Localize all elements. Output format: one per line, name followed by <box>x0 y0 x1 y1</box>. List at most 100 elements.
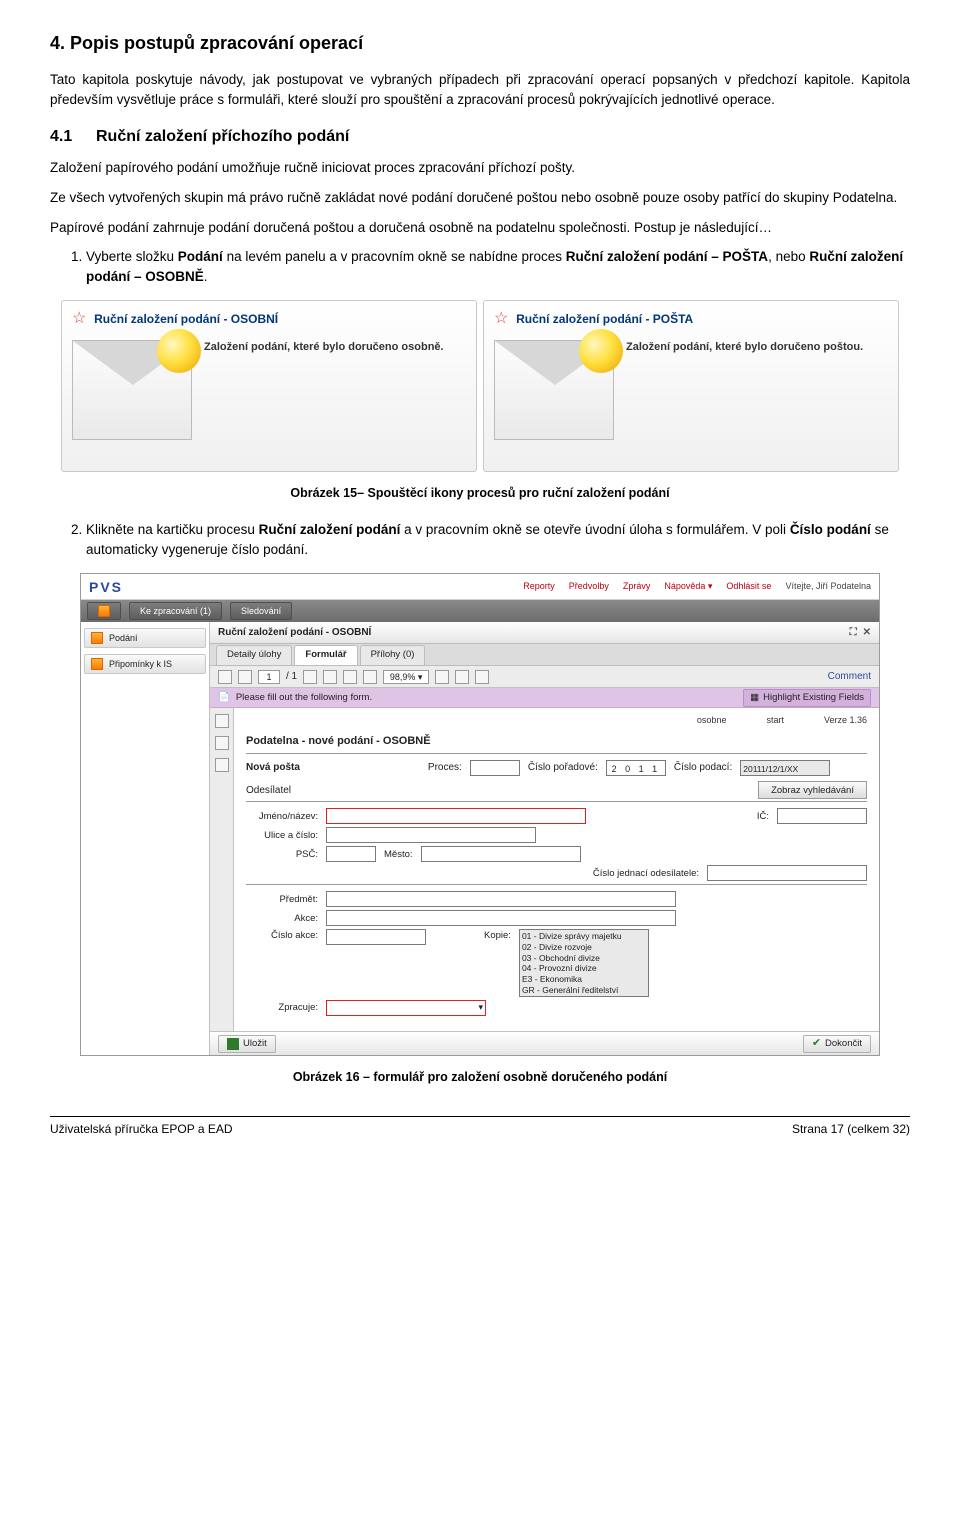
tab-prilohy[interactable]: Přílohy (0) <box>360 645 426 665</box>
dokoncit-button[interactable]: Dokončit <box>803 1035 871 1053</box>
input-akce[interactable] <box>326 910 676 926</box>
input-jmeno[interactable] <box>326 808 586 824</box>
label-psc: PSČ: <box>246 848 318 862</box>
subsection-heading: 4.1Ruční založení příchozího podání <box>50 125 910 148</box>
body-paragraph: Ze všech vytvořených skupin má právo ruč… <box>50 188 910 208</box>
attach-icon[interactable] <box>215 736 229 750</box>
label-akce: Akce: <box>246 912 318 926</box>
app-topbar: PVS Reporty Předvolby Zprávy Nápověda ▾ … <box>81 574 879 600</box>
label-jmeno: Jméno/název: <box>246 810 318 824</box>
pdf-document: osobne start Verze 1.36 Podatelna - nové… <box>210 708 879 1031</box>
plus-icon <box>98 605 110 617</box>
label-cislo-podaci: Číslo podací: <box>674 761 732 776</box>
tool-icon[interactable] <box>475 670 489 684</box>
page-total: / 1 <box>286 670 297 685</box>
window-title: Ruční založení podání - OSOBNÍ <box>218 626 371 641</box>
form-icon: 📄 <box>218 691 230 705</box>
label-cislo-jednaci: Číslo jednací odesílatele: <box>593 867 699 881</box>
star-icon: ☆ <box>494 310 508 327</box>
save-icon[interactable] <box>238 670 252 684</box>
envelope-icon <box>72 340 192 440</box>
input-proces[interactable] <box>470 760 520 776</box>
subsection-title: Ruční založení příchozího podání <box>96 128 349 145</box>
step-item: Klikněte na kartičku procesu Ruční založ… <box>86 520 910 559</box>
zobraz-vyhledavani-button[interactable]: Zobraz vyhledávání <box>758 781 867 799</box>
input-ulice[interactable] <box>326 827 536 843</box>
top-nav: Reporty Předvolby Zprávy Nápověda ▾ Odhl… <box>523 580 771 593</box>
tab-detaily[interactable]: Detaily úlohy <box>216 645 292 665</box>
label-zpracuje: Zpracuje: <box>246 1001 318 1015</box>
intro-paragraph: Tato kapitola poskytuje návody, jak post… <box>50 70 910 109</box>
workspace-tab[interactable]: Ke zpracování (1) <box>129 602 222 620</box>
input-ic[interactable] <box>777 808 867 824</box>
sign-icon[interactable] <box>215 758 229 772</box>
label-kopie: Kopie: <box>484 929 511 943</box>
star-icon: ☆ <box>72 310 86 327</box>
tab-formular[interactable]: Formulář <box>294 645 357 665</box>
card-description: Založení podání, které bylo doručeno oso… <box>204 340 466 440</box>
workspace-tabstrip: Ke zpracování (1) Sledování <box>81 600 879 622</box>
inner-tabs: Detaily úlohy Formulář Přílohy (0) <box>210 644 879 666</box>
body-paragraph: Založení papírového podání umožňuje ručn… <box>50 158 910 178</box>
process-cards: ☆ Ruční založení podání - OSOBNÍ Založen… <box>50 300 910 472</box>
meta-line: osobne start Verze 1.36 <box>246 714 867 727</box>
label-ulice: Ulice a číslo: <box>246 829 318 843</box>
sidebar-item-podani[interactable]: Podání <box>84 628 206 648</box>
steps-list: Vyberte složku Podání na levém panelu a … <box>86 247 910 286</box>
nav-link[interactable]: Zprávy <box>623 580 651 593</box>
form-bottombar: Uložit Dokončit <box>210 1031 879 1055</box>
content-pane: Ruční založení podání - OSOBNÍ ⛶ ✕ Detail… <box>209 622 879 1055</box>
zoom-in-icon[interactable] <box>363 670 377 684</box>
input-cislo-akce[interactable] <box>326 929 426 945</box>
form-screenshot: PVS Reporty Předvolby Zprávy Nápověda ▾ … <box>80 573 880 1056</box>
page-icon[interactable] <box>215 714 229 728</box>
input-predmet[interactable] <box>326 891 676 907</box>
input-psc[interactable] <box>326 846 376 862</box>
step-item: Vyberte složku Podání na levém panelu a … <box>86 247 910 286</box>
zoom-select[interactable]: 98,9% ▾ <box>383 670 429 684</box>
nav-link[interactable]: Nápověda ▾ <box>664 580 712 593</box>
card-description: Založení podání, které bylo doručeno poš… <box>626 340 888 440</box>
process-card-osobni[interactable]: ☆ Ruční založení podání - OSOBNÍ Založen… <box>61 300 477 472</box>
close-icon[interactable]: ✕ <box>863 626 871 641</box>
form-info-text: Please fill out the following form. <box>236 691 372 705</box>
input-zpracuje[interactable]: ▾ <box>326 1000 486 1016</box>
ulozit-button[interactable]: Uložit <box>218 1035 276 1053</box>
sidebar-item-pripominky[interactable]: Připomínky k IS <box>84 654 206 674</box>
tool-icon[interactable] <box>455 670 469 684</box>
user-greeting: Vítejte, Jiří Podatelna <box>785 580 871 593</box>
subsection-number: 4.1 <box>50 125 96 148</box>
footer-rule <box>50 1116 910 1117</box>
print-icon[interactable] <box>218 670 232 684</box>
page-footer: Uživatelská příručka EPOP a EAD Strana 1… <box>50 1121 910 1138</box>
label-nova-posta: Nová pošta <box>246 761 300 776</box>
maximize-icon[interactable]: ⛶ <box>850 626 857 641</box>
next-page-icon[interactable] <box>323 670 337 684</box>
nav-link[interactable]: Předvolby <box>569 580 609 593</box>
page-input[interactable]: 1 <box>258 670 280 684</box>
kopie-listbox[interactable]: 01 - Divize správy majetku 02 - Divize r… <box>519 929 649 997</box>
process-card-posta[interactable]: ☆ Ruční založení podání - POŠTA Založení… <box>483 300 899 472</box>
nav-link[interactable]: Odhlásit se <box>726 580 771 593</box>
folder-icon <box>91 632 103 644</box>
pdf-toolbar: 1 / 1 98,9% ▾ Comment <box>210 666 879 688</box>
highlight-fields-button[interactable]: ▦Highlight Existing Fields <box>743 689 871 707</box>
envelope-icon <box>494 340 614 440</box>
tool-icon[interactable] <box>435 670 449 684</box>
card-title: Ruční založení podání - POŠTA <box>516 312 693 326</box>
label-cislo-poradove: Číslo pořadové: <box>528 761 598 776</box>
new-button[interactable] <box>87 602 121 620</box>
workspace-tab[interactable]: Sledování <box>230 602 292 620</box>
nav-link[interactable]: Reporty <box>523 580 555 593</box>
label-cislo-akce: Číslo akce: <box>246 929 318 943</box>
label-mesto: Město: <box>384 848 413 862</box>
prev-page-icon[interactable] <box>303 670 317 684</box>
figure-caption: Obrázek 16 – formulář pro založení osobn… <box>50 1068 910 1086</box>
input-cislo-jednaci[interactable] <box>707 865 867 881</box>
input-mesto[interactable] <box>421 846 581 862</box>
window-titlebar: Ruční založení podání - OSOBNÍ ⛶ ✕ <box>210 622 879 644</box>
label-predmet: Předmět: <box>246 893 318 907</box>
zoom-out-icon[interactable] <box>343 670 357 684</box>
comment-link[interactable]: Comment <box>828 670 871 685</box>
input-cislo-poradove[interactable]: 2 0 1 1 <box>606 760 666 776</box>
